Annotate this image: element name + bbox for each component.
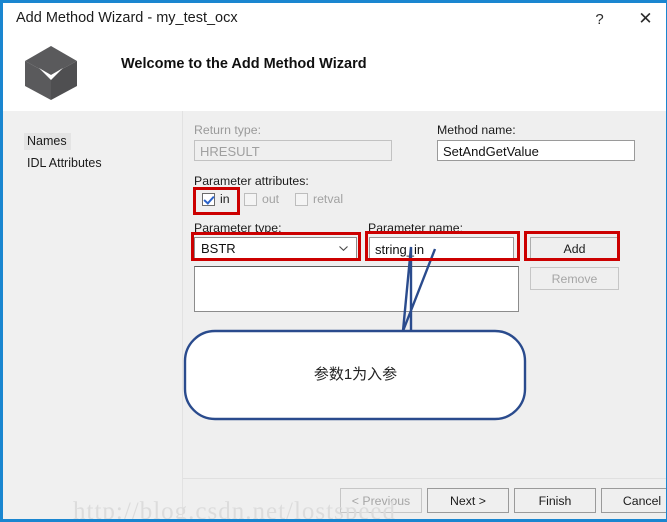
parameter-type-value: BSTR xyxy=(201,241,236,256)
parameter-attributes-label: Parameter attributes: xyxy=(194,174,309,188)
sidebar-item-idl-attributes[interactable]: IDL Attributes xyxy=(24,155,106,172)
return-type-field: HRESULT xyxy=(194,140,392,161)
wizard-sidebar: Names IDL Attributes xyxy=(3,111,182,519)
next-button[interactable]: Next > xyxy=(427,488,509,513)
help-icon[interactable]: ? xyxy=(577,3,622,35)
finish-button[interactable]: Finish xyxy=(514,488,596,513)
parameter-name-input[interactable]: string_in xyxy=(369,237,514,260)
remove-button[interactable]: Remove xyxy=(530,267,619,290)
checkmark-icon xyxy=(202,192,215,206)
window-title: Add Method Wizard - my_test_ocx xyxy=(16,10,238,26)
parameter-type-combo[interactable]: BSTR xyxy=(194,237,357,260)
return-type-label: Return type: xyxy=(194,123,261,137)
wizard-header: Welcome to the Add Method Wizard xyxy=(3,36,666,111)
close-icon[interactable]: ✕ xyxy=(623,3,666,35)
parameter-list[interactable] xyxy=(194,266,519,312)
checkbox-in-label: in xyxy=(220,192,230,206)
page-title: Welcome to the Add Method Wizard xyxy=(121,56,367,72)
checkbox-retval-label: retval xyxy=(313,192,344,206)
wizard-button-bar: < Previous Next > Finish Cancel xyxy=(183,479,666,519)
checkbox-out[interactable]: out xyxy=(244,192,279,206)
method-name-input[interactable]: SetAndGetValue xyxy=(437,140,635,161)
add-method-wizard-window: Add Method Wizard - my_test_ocx ? ✕ Welc… xyxy=(0,0,667,522)
previous-button[interactable]: < Previous xyxy=(340,488,422,513)
sidebar-item-names[interactable]: Names xyxy=(24,133,71,150)
cube-icon xyxy=(25,46,77,100)
checkbox-in[interactable]: in xyxy=(202,192,230,206)
cancel-button[interactable]: Cancel xyxy=(601,488,666,513)
wizard-content-panel: Return type: HRESULT Method name: SetAnd… xyxy=(183,111,666,478)
method-name-label: Method name: xyxy=(437,123,516,137)
parameter-type-label: Parameter type: xyxy=(194,221,282,235)
title-bar: Add Method Wizard - my_test_ocx ? ✕ xyxy=(3,3,666,36)
parameter-name-label: Parameter name: xyxy=(368,221,464,235)
chevron-down-icon xyxy=(339,246,348,251)
checkbox-box-icon xyxy=(244,192,257,206)
checkbox-box-icon xyxy=(295,192,308,206)
checkbox-retval[interactable]: retval xyxy=(295,192,343,206)
add-button[interactable]: Add xyxy=(530,237,619,260)
checkbox-out-label: out xyxy=(262,192,280,206)
